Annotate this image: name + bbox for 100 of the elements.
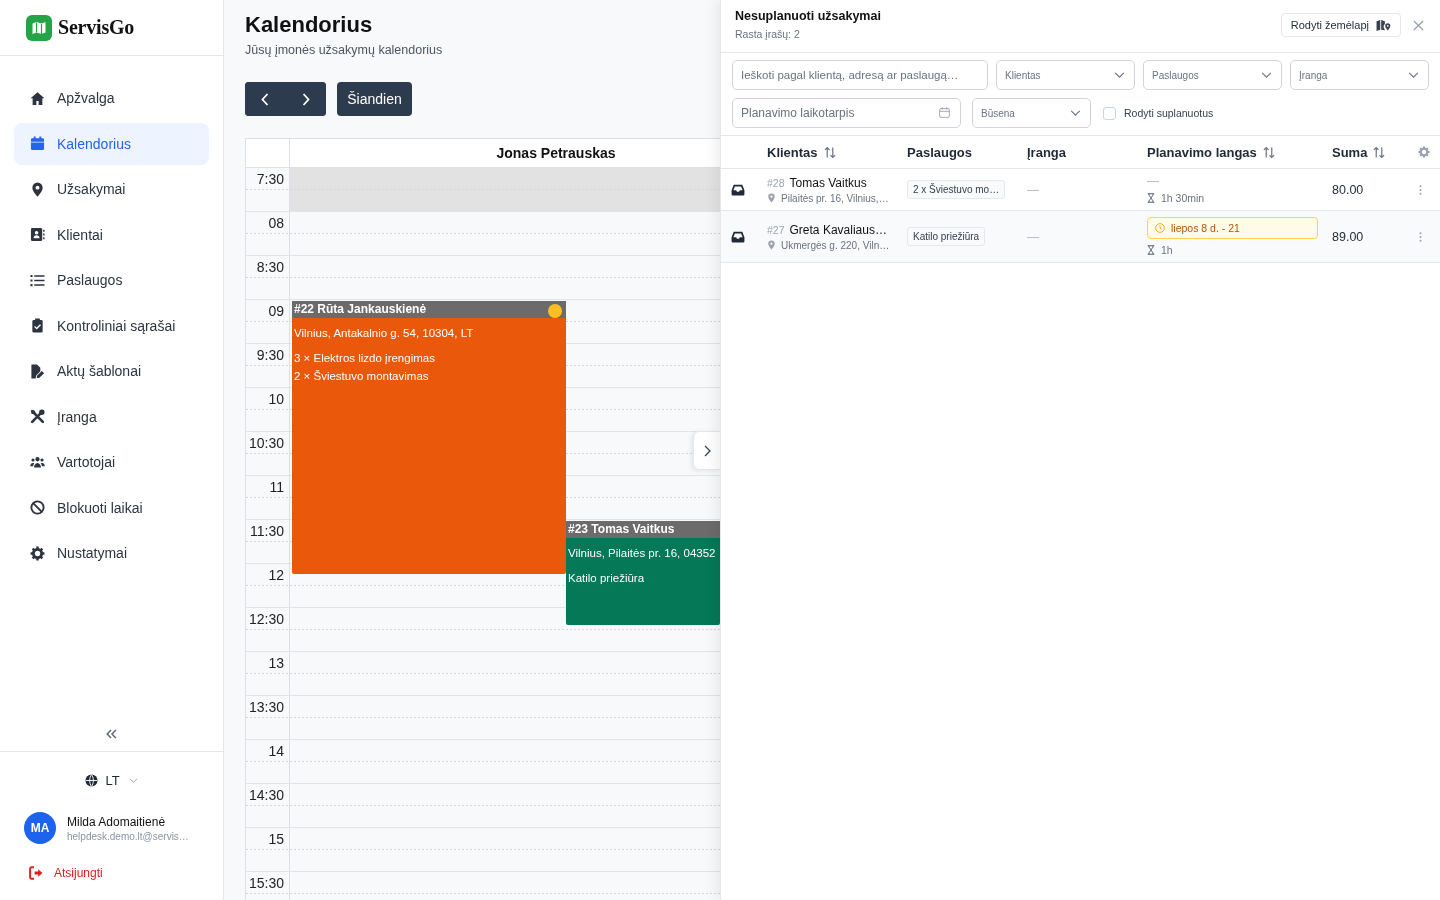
panel-title: Nesuplanuoti užsakymai [735,9,881,24]
hourglass-icon [1147,245,1155,255]
chevron-down-icon [1408,72,1419,78]
event-address: Vilnius, Antakalnio g. 54, 10304, LT [293,326,475,341]
nav-item[interactable]: Vartotojai [14,441,209,483]
column-header: Suma [1332,144,1368,160]
nav-item[interactable]: Užsakymai [14,168,209,210]
checkbox-label: Rodyti suplanuotus [1124,107,1214,119]
nav-item[interactable]: Nustatymai [14,532,209,574]
time-label: 12 [268,567,284,584]
nav-item[interactable]: Kontroliniai sąrašai [14,304,209,347]
event-title: #23 Tomas Vaitkus [566,521,720,538]
nav-item[interactable]: Klientai [14,213,209,256]
users-icon [30,454,45,470]
event-card[interactable]: #22 Rūta Jankauskienė Vilnius, Antakalnio g. 54, 10304, LT 3 × Elektros lizdo įrengimas 2 × Šviestuvo montavimas [292,301,566,574]
filter-select[interactable]: Įranga [1290,60,1429,90]
home-icon [30,90,45,106]
file-pen-icon [30,363,45,379]
logo-map-icon [26,14,52,41]
client-name[interactable]: Greta Kavaliaus… [789,222,887,237]
column-header: Klientas [767,144,818,160]
double-chevron-left-icon [106,729,117,739]
nav-item[interactable]: Paslaugos [14,259,209,301]
hourglass-icon [1147,193,1155,203]
user-name: Milda Adomaitienė [67,814,167,829]
search-field[interactable]: Ieškoti pagal klientą, adresą ar paslaugą… [732,60,988,90]
chevron-down-icon [1070,110,1081,116]
event-service: 3 × Elektros lizdo įrengimas [294,351,436,366]
logout-icon [29,866,43,880]
sort-icon[interactable] [823,145,836,159]
chevron-right-icon [703,444,711,457]
event-card[interactable]: #23 Tomas Vaitkus Vilnius, Pilaitės pr. 16, 04352 Katilo priežiūra [566,521,720,625]
time-label: 14 [268,743,284,760]
language-selector[interactable]: LT [81,771,142,790]
clipboard-check-icon [30,318,45,333]
settings-icon[interactable] [1418,146,1430,158]
equipment-cell: — [1027,182,1039,197]
map-pin-icon [768,193,775,203]
sort-icon[interactable] [1373,145,1386,159]
expand-panel-button[interactable] [693,431,720,470]
resource-name: Jonas Petrauskas [496,145,616,161]
duration: 1h 30min [1161,192,1205,204]
time-label: 15:30 [248,875,284,892]
row-menu-button[interactable] [1418,230,1423,243]
map-with-pin-icon [1376,18,1391,32]
calendar-icon [30,136,45,151]
time-label: 13:30 [248,699,284,716]
show-map-button[interactable]: Rodyti žemėlapį [1280,13,1401,37]
date-range-text: liepos 8 d. - 21 [1171,222,1240,234]
list-icon [30,272,45,288]
event-address: Vilnius, Pilaitės pr. 16, 04352 [567,546,717,561]
order-number: #28 [767,176,785,189]
time-label: 10:30 [248,435,284,452]
logout-link[interactable]: Atsijungti [0,866,103,880]
event-service: 2 × Šviestuvo montavimas [294,369,430,384]
client-address: Ukmergės g. 220, Viln… [781,239,890,251]
column-header: Įranga [1027,144,1066,160]
page-title: Kalendorius [245,12,373,38]
service-tag: Katilo priežiūra [907,227,986,246]
calendar-icon [939,107,950,118]
collapse-sidebar-button[interactable] [104,727,119,741]
nav-item[interactable]: Blokuoti laikai [14,486,209,529]
user-email: helpdesk.demo.lt@servis… [67,830,189,842]
filter-select[interactable]: Klientas [996,60,1135,90]
today-button[interactable]: Šiandien [337,82,412,116]
time-label: 10 [268,391,284,408]
nav-item[interactable]: Aktų šablonai [14,350,209,392]
map-pin-icon [30,181,45,197]
sort-icon[interactable] [1262,145,1275,159]
amount: 89.00 [1332,229,1364,244]
order-number: #27 [767,223,785,236]
nav-item[interactable]: Apžvalga [14,77,209,119]
chevron-down-icon [1114,72,1125,78]
ban-icon [30,500,45,515]
client-name[interactable]: Tomas Vaitkus [789,175,867,190]
chevron-down-icon [128,778,138,783]
filter-select[interactable]: Paslaugos [1143,60,1282,90]
service-tag: 2 x Šviestuvo mo… [907,180,1006,199]
time-label: 14:30 [248,787,284,804]
inbox-tray-icon [731,230,745,243]
chevron-down-icon [1261,72,1272,78]
close-icon [1413,19,1424,31]
status-select[interactable]: Būsena [972,98,1091,128]
amount: 80.00 [1332,182,1364,197]
time-label: 08 [268,215,284,232]
time-label: 8:30 [256,259,284,276]
time-label: 13 [268,655,284,672]
date-range-field[interactable]: Planavimo laikotarpis [732,98,961,128]
time-label: 11 [269,479,284,496]
row-menu-button[interactable] [1418,183,1423,196]
time-label: 9:30 [256,347,284,364]
time-label: 11:30 [250,523,284,540]
gear-icon [30,545,45,561]
checkbox[interactable] [1103,106,1116,120]
nav-item[interactable]: Įranga [14,395,209,438]
nav-item[interactable]: Kalendorius [14,122,209,165]
client-address: Pilaitės pr. 16, Vilnius,… [781,192,889,204]
equipment-cell: — [1027,229,1039,244]
time-label: 7:30 [256,171,284,188]
kebab-menu-icon [1419,231,1422,242]
